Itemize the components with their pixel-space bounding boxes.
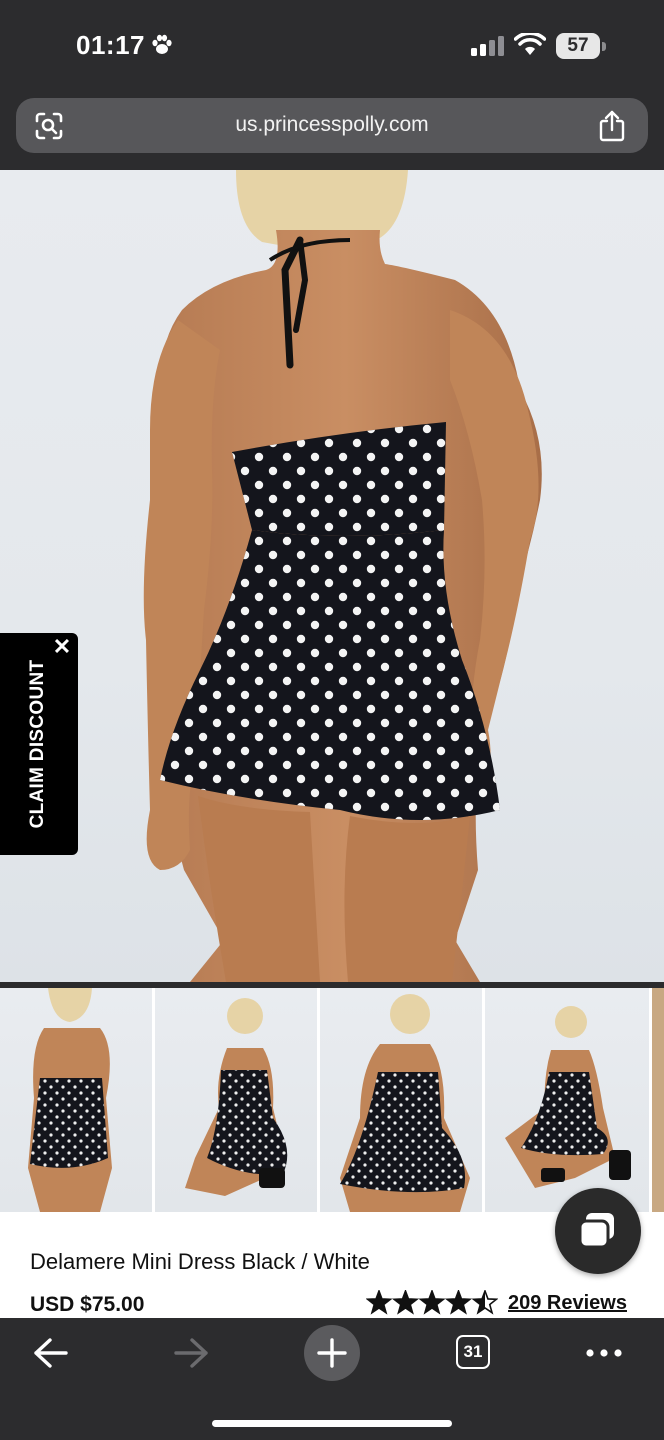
back-icon[interactable] [30,1330,70,1376]
star-icon [366,1290,393,1315]
new-tab-button[interactable] [304,1325,360,1381]
product-title: Delamere Mini Dress Black / White [30,1249,370,1274]
chat-button[interactable] [555,1188,641,1274]
reviews-link[interactable]: 209 Reviews [508,1292,627,1315]
star-icon [391,1290,420,1315]
share-icon[interactable] [598,110,626,142]
chat-icon [578,1213,614,1249]
thumbnail-4[interactable] [485,988,649,1212]
more-icon[interactable] [584,1330,624,1376]
battery-icon: 57 [556,33,606,59]
forward-icon[interactable] [172,1330,212,1376]
wifi-icon [514,33,546,55]
product-main-image[interactable] [0,170,664,982]
thumbnail-2[interactable] [155,988,317,1212]
thumbnail-3[interactable] [320,988,482,1212]
product-price: USD $75.00 [30,1293,145,1316]
thumbnail-1[interactable] [0,988,152,1212]
status-bar: 01:17 57 [0,0,664,90]
claim-discount-label[interactable]: CLAIM DISCOUNT [27,660,49,829]
clock-time: 01:17 [76,30,145,60]
browser-address-area: us.princesspolly.com [0,90,664,170]
address-bar[interactable]: us.princesspolly.com [16,98,648,153]
thumbnail-5[interactable] [652,988,664,1212]
thumbnail-strip [0,988,664,1212]
signal-icon [471,36,504,56]
tabs-icon[interactable]: 31 [456,1335,490,1369]
paw-icon [152,34,172,54]
browser-toolbar: 31 [0,1318,664,1440]
claim-discount-tab[interactable]: ✕ CLAIM DISCOUNT [0,633,78,855]
star-icon [444,1290,473,1315]
star-rating [366,1290,498,1315]
battery-level: 57 [567,35,589,56]
star-icon [418,1290,446,1315]
new-tab-icon [317,1338,347,1368]
home-indicator [212,1420,452,1427]
url-text[interactable]: us.princesspolly.com [16,113,648,137]
close-icon[interactable]: ✕ [52,636,72,658]
